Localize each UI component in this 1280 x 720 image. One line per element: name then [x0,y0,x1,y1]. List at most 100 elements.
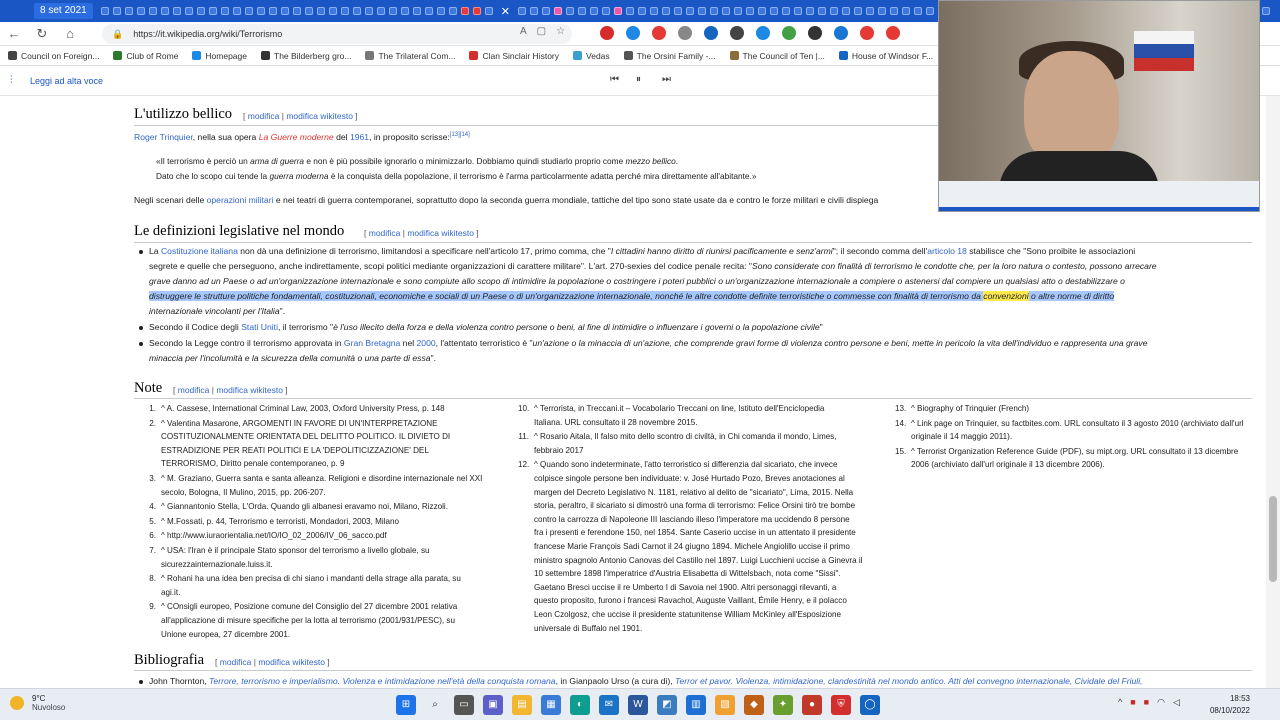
tab-thumbnail[interactable] [268,7,277,15]
tab-thumbnail[interactable] [541,7,550,15]
link-roger-trinquier[interactable]: Roger Trinquier [134,132,193,142]
tab-thumbnail[interactable] [757,7,766,15]
tab-thumbnail[interactable] [484,7,493,15]
reference-sup[interactable]: [13][14] [450,132,470,138]
tab-thumbnail[interactable] [304,7,313,15]
teams-icon[interactable]: ▣ [483,695,503,715]
tab-thumbnail[interactable] [112,7,121,15]
tab-thumbnail[interactable] [184,7,193,15]
tab-thumbnail[interactable] [697,7,706,15]
tab-thumbnail[interactable] [601,7,610,15]
address-bar[interactable]: 🔒 https://it.wikipedia.org/wiki/Terroris… [102,24,572,44]
volume-icon[interactable]: ◁ [1173,697,1180,708]
favorite-icon[interactable]: ☆ [556,26,565,37]
tab-thumbnail[interactable] [436,7,445,15]
tab-thumbnail[interactable] [865,7,874,15]
link-costituzione[interactable]: Costituzione italiana [161,246,238,256]
tab-thumbnail[interactable] [376,7,385,15]
tab-thumbnail[interactable] [745,7,754,15]
link-operazioni-militari[interactable]: operazioni militari [207,195,274,205]
ext-icon[interactable] [860,26,874,40]
tab-thumbnail[interactable] [853,7,862,15]
tab-thumbnail[interactable] [769,7,778,15]
tab-thumbnail[interactable] [280,7,289,15]
tab-thumbnail[interactable] [136,7,145,15]
search-icon[interactable]: ⌕ [425,695,445,715]
ext-icon[interactable] [834,26,848,40]
tab-thumbnail[interactable] [256,7,265,15]
bookmark-item[interactable]: The Council of Ten |... [729,51,825,61]
tab-thumbnail[interactable] [1261,7,1270,15]
bookmark-item[interactable]: The Orsini Family -... [623,51,716,61]
tab-action-icon[interactable]: ▢ [537,26,546,37]
tab-thumbnail[interactable] [805,7,814,15]
scrollbar-thumb[interactable] [1269,496,1277,582]
edit-link[interactable]: modifica [369,228,401,238]
tab-thumbnail[interactable] [352,7,361,15]
tab-thumbnail[interactable] [553,7,562,15]
tab-thumbnail[interactable] [925,7,934,15]
tab-thumbnail[interactable] [673,7,682,15]
ext-icon[interactable] [626,26,640,40]
tab-thumbnail[interactable] [661,7,670,15]
tab-thumbnail[interactable] [364,7,373,15]
tab-thumbnail[interactable] [577,7,586,15]
tab-thumbnail[interactable] [733,7,742,15]
tab-thumbnail[interactable] [781,7,790,15]
tab-thumbnail[interactable] [160,7,169,15]
tab-thumbnail[interactable] [388,7,397,15]
ext-icon[interactable] [600,26,614,40]
ext-icon[interactable] [808,26,822,40]
app-icon[interactable]: ◆ [744,695,764,715]
ext-icon[interactable] [704,26,718,40]
tab-thumbnail[interactable] [841,7,850,15]
tab-thumbnail[interactable] [412,7,421,15]
wifi-icon[interactable]: ◠ [1157,697,1165,708]
task-view-icon[interactable]: ▭ [454,695,474,715]
edit-link[interactable]: modifica [248,111,280,121]
app-icon[interactable]: ◯ [860,695,880,715]
bookmark-item[interactable]: Club of Rome [113,51,178,61]
active-tab[interactable]: 8 set 2021 [34,3,93,19]
tab-thumbnail[interactable] [232,7,241,15]
bookmark-item[interactable]: Vedas [573,51,610,61]
tab-thumbnail[interactable] [220,7,229,15]
tab-thumbnail[interactable] [400,7,409,15]
tab-thumbnail[interactable] [913,7,922,15]
tab-thumbnail[interactable] [721,7,730,15]
tab-thumbnail[interactable] [460,7,469,15]
tab-thumbnail[interactable] [709,7,718,15]
read-aloud-icon[interactable]: A [520,26,527,37]
link-stati-uniti[interactable]: Stati Uniti [241,322,278,332]
link-gran-bretagna[interactable]: Gran Bretagna [344,338,400,348]
tab-thumbnail[interactable] [208,7,217,15]
tab-thumbnail[interactable] [292,7,301,15]
edge-icon[interactable]: ◐ [570,695,590,715]
tab-thumbnail[interactable] [649,7,658,15]
app-icon[interactable]: ▥ [686,695,706,715]
tab-thumbnail[interactable] [316,7,325,15]
read-aloud-label[interactable]: Leggi ad alta voce [30,76,103,86]
bookmark-item[interactable]: House of Windsor F... [838,51,933,61]
edit-link[interactable]: modifica [220,657,252,667]
tab-thumbnail[interactable] [613,7,622,15]
link-la-guerre-moderne[interactable]: La Guerre moderne [259,132,334,142]
mail-icon[interactable]: ✉ [599,695,619,715]
bookmark-item[interactable]: Council on Foreign... [8,51,99,61]
ext-icon[interactable] [756,26,770,40]
tab-thumbnail[interactable] [685,7,694,15]
weather-widget[interactable]: 9°C Nuvoloso [10,694,65,712]
ext-icon[interactable] [652,26,666,40]
tab-thumbnail[interactable] [196,7,205,15]
tab-thumbnail[interactable] [637,7,646,15]
app-tray-icon[interactable]: ■ [1130,697,1135,708]
tab-thumbnail[interactable] [448,7,457,15]
tab-thumbnail[interactable] [244,7,253,15]
link-1961[interactable]: 1961 [350,132,369,142]
close-tab-icon[interactable]: ✕ [501,5,510,18]
tab-thumbnail[interactable] [901,7,910,15]
clock[interactable]: 18:53 08/10/2022 [1200,693,1250,717]
previous-icon[interactable]: ⏮ [610,74,619,85]
edit-wikitext-link[interactable]: modifica wikitesto [216,385,283,395]
ext-icon[interactable] [886,26,900,40]
